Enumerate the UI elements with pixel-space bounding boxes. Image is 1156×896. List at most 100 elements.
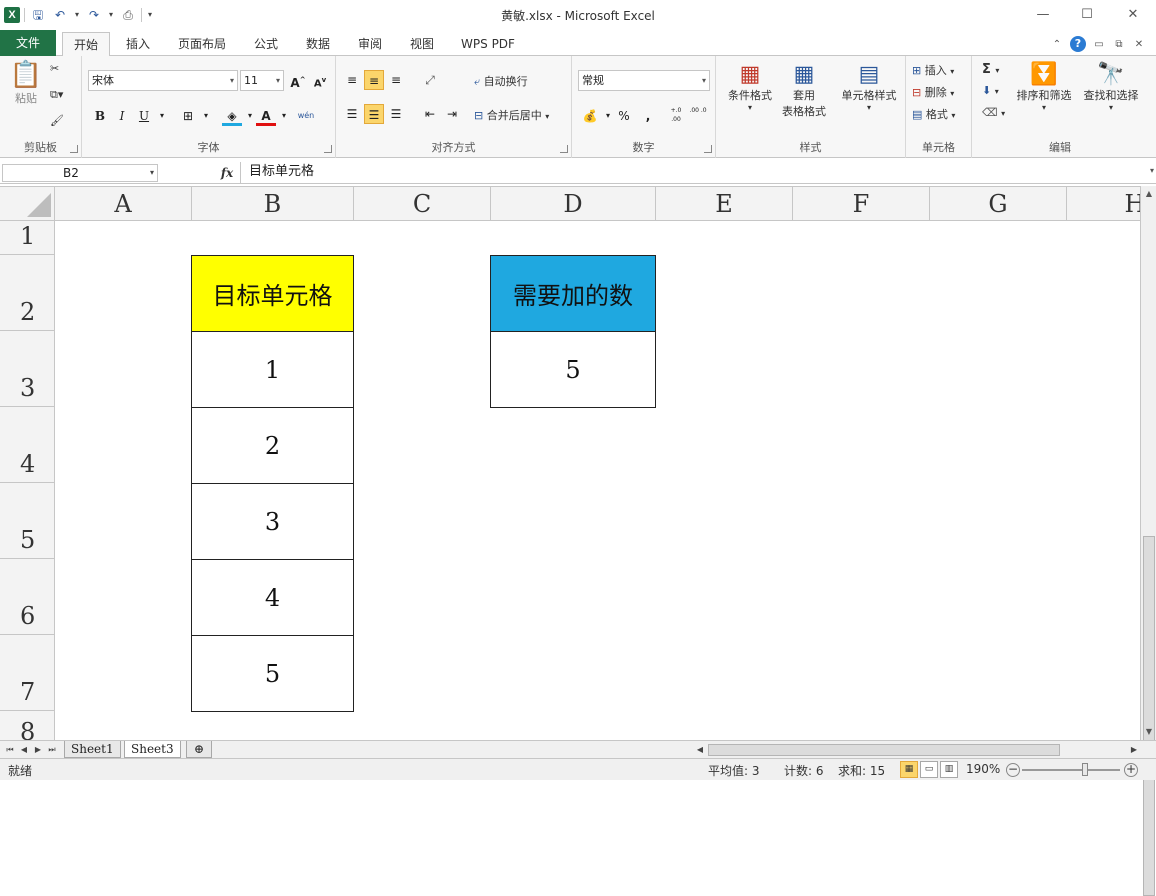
comma-button[interactable]: ,	[638, 106, 658, 126]
scroll-left-icon[interactable]: ◀	[694, 742, 706, 758]
column-header-d[interactable]: D	[491, 187, 656, 221]
first-sheet-icon[interactable]: ⏮	[4, 742, 16, 758]
insert-sheet-icon[interactable]: ⊕	[186, 741, 212, 758]
align-left-icon[interactable]: ☰	[342, 104, 362, 124]
column-header-b[interactable]: B	[192, 187, 354, 221]
tab-wps-pdf[interactable]: WPS PDF	[452, 32, 524, 56]
page-layout-view-icon[interactable]: ▭	[920, 761, 938, 778]
sheet-tab-sheet1[interactable]: Sheet1	[64, 741, 121, 758]
increase-decimal-button[interactable]: +.0 .00	[666, 106, 686, 126]
percent-button[interactable]: %	[614, 106, 634, 126]
row-header-3[interactable]: 3	[0, 331, 55, 407]
vertical-scroll-thumb[interactable]	[1143, 536, 1155, 896]
column-header-c[interactable]: C	[354, 187, 491, 221]
page-break-view-icon[interactable]: ▥	[940, 761, 958, 778]
sort-filter-button[interactable]: ⏬ 排序和筛选 ▾	[1010, 62, 1078, 112]
prev-sheet-icon[interactable]: ◀	[18, 742, 30, 758]
fill-color-icon[interactable]: ◈	[222, 106, 242, 126]
tab-file[interactable]: 文件	[0, 30, 56, 56]
font-launcher-icon[interactable]	[324, 145, 332, 153]
shrink-font-icon[interactable]: Av	[310, 70, 330, 90]
restore-button[interactable]: ☐	[1070, 4, 1104, 26]
font-size-select[interactable]: 11 ▾	[240, 70, 284, 91]
underline-dropdown-icon[interactable]: ▾	[152, 106, 172, 126]
cell-styles-button[interactable]: ▤ 单元格样式 ▾	[836, 62, 902, 112]
zoom-level[interactable]: 190%	[966, 762, 1000, 776]
help-icon[interactable]: ?	[1070, 36, 1086, 52]
clear-button[interactable]: ⌫ ▾	[982, 106, 1005, 119]
increase-indent-icon[interactable]: ⇥	[442, 104, 462, 124]
column-header-e[interactable]: E	[656, 187, 793, 221]
delete-cells-button[interactable]: ⊟ 删除 ▾	[912, 84, 954, 100]
zoom-out-button[interactable]: −	[1006, 763, 1020, 777]
paste-button[interactable]: 📋 粘贴	[6, 60, 46, 106]
column-header-f[interactable]: F	[793, 187, 930, 221]
cell-b5[interactable]: 3	[191, 483, 354, 560]
sheet-tab-sheet3[interactable]: Sheet3	[124, 741, 181, 758]
row-header-1[interactable]: 1	[0, 221, 55, 255]
workbook-restore-icon[interactable]: ⧉	[1112, 39, 1126, 50]
next-sheet-icon[interactable]: ▶	[32, 742, 44, 758]
phonetic-icon[interactable]: wén	[296, 106, 316, 126]
horizontal-scrollbar[interactable]: ◀ ▶	[694, 743, 1140, 757]
borders-icon[interactable]: ⊞	[178, 106, 198, 126]
cell-d2-add-header[interactable]: 需要加的数	[490, 255, 656, 332]
column-header-h[interactable]: H	[1067, 187, 1140, 221]
decrease-indent-icon[interactable]: ⇤	[420, 104, 440, 124]
underline-button[interactable]: U	[134, 106, 154, 126]
fill-button[interactable]: ⬇ ▾	[982, 84, 999, 97]
orientation-icon[interactable]: ⤢	[420, 70, 440, 90]
number-launcher-icon[interactable]	[704, 145, 712, 153]
format-cells-button[interactable]: ▤ 格式 ▾	[912, 106, 955, 122]
close-button[interactable]: ✕	[1116, 4, 1150, 26]
collapse-ribbon-icon[interactable]: ⌃	[1050, 39, 1064, 50]
find-select-button[interactable]: 🔭 查找和选择 ▾	[1076, 62, 1146, 112]
copy-icon[interactable]: ⧉▾	[50, 88, 63, 102]
font-name-select[interactable]: 宋体 ▾	[88, 70, 238, 91]
tab-page-layout[interactable]: 页面布局	[170, 32, 234, 56]
font-color-dropdown-icon[interactable]: ▾	[274, 106, 294, 126]
cut-icon[interactable]: ✂	[50, 62, 59, 75]
horizontal-scroll-thumb[interactable]	[708, 744, 1060, 756]
normal-view-icon[interactable]: ▦	[900, 761, 918, 778]
italic-button[interactable]: I	[112, 106, 132, 126]
merge-center-button[interactable]: ⊟ 合并后居中 ▾	[474, 107, 549, 123]
column-header-g[interactable]: G	[930, 187, 1067, 221]
row-header-2[interactable]: 2	[0, 255, 55, 331]
worksheet-grid[interactable]: A B C D E F G H 1 2 3 4 5 6 7 8 目标单元格 1 …	[0, 186, 1140, 740]
wrap-text-button[interactable]: ⤶ 自动换行	[474, 73, 528, 89]
row-header-4[interactable]: 4	[0, 407, 55, 483]
tab-data[interactable]: 数据	[296, 32, 340, 56]
insert-cells-button[interactable]: ⊞ 插入 ▾	[912, 62, 954, 78]
cell-b4[interactable]: 2	[191, 407, 354, 484]
zoom-slider[interactable]	[1022, 769, 1120, 771]
workbook-minimize-icon[interactable]: ▭	[1092, 39, 1106, 50]
row-header-6[interactable]: 6	[0, 559, 55, 635]
cell-b3[interactable]: 1	[191, 331, 354, 408]
tab-insert[interactable]: 插入	[116, 32, 160, 56]
row-header-5[interactable]: 5	[0, 483, 55, 559]
zoom-in-button[interactable]: +	[1124, 763, 1138, 777]
formula-input[interactable]: 目标单元格	[240, 162, 1140, 184]
number-format-select[interactable]: 常规 ▾	[578, 70, 710, 91]
scroll-right-icon[interactable]: ▶	[1128, 742, 1140, 758]
grow-font-icon[interactable]: A^	[288, 70, 308, 90]
bold-button[interactable]: B	[90, 106, 110, 126]
format-as-table-button[interactable]: ▦ 套用 表格格式	[776, 62, 832, 119]
last-sheet-icon[interactable]: ⏭	[46, 742, 58, 758]
align-top-icon[interactable]: ≡	[342, 70, 362, 90]
align-bottom-icon[interactable]: ≡	[386, 70, 406, 90]
align-middle-icon[interactable]: ≡	[364, 70, 384, 90]
align-right-icon[interactable]: ☰	[386, 104, 406, 124]
row-header-8[interactable]: 8	[0, 711, 55, 740]
alignment-launcher-icon[interactable]	[560, 145, 568, 153]
cell-d3[interactable]: 5	[490, 331, 656, 408]
tab-home[interactable]: 开始	[62, 32, 110, 57]
zoom-slider-thumb[interactable]	[1082, 763, 1088, 776]
minimize-button[interactable]: —	[1026, 4, 1060, 26]
clipboard-launcher-icon[interactable]	[70, 145, 78, 153]
cell-b6[interactable]: 4	[191, 559, 354, 636]
workbook-close-icon[interactable]: ✕	[1132, 39, 1146, 50]
scroll-down-icon[interactable]: ▼	[1141, 724, 1156, 740]
column-header-a[interactable]: A	[55, 187, 192, 221]
